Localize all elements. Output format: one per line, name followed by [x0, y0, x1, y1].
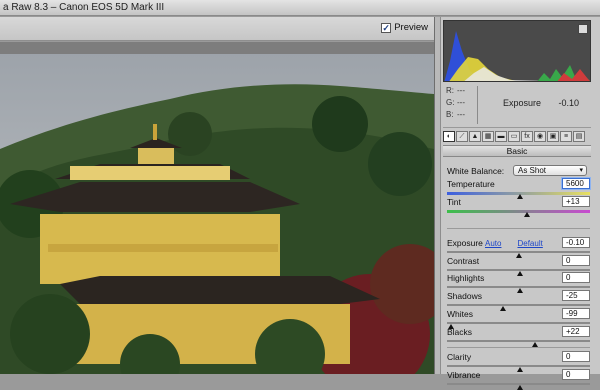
- tab-hsl[interactable]: ▦: [482, 131, 494, 142]
- r-label: R:: [446, 86, 454, 95]
- whites-slider-track[interactable]: [447, 322, 590, 324]
- vibrance-label: Vibrance: [447, 370, 481, 380]
- whites-value-field[interactable]: -99: [562, 308, 590, 319]
- preview-toolbar: ✓ Preview: [0, 17, 434, 41]
- chevron-down-icon: ▾: [579, 167, 583, 174]
- r-value: ---: [457, 86, 465, 95]
- tab-snapshots[interactable]: ≡: [560, 131, 572, 142]
- adjustments-panel: R: --- G: --- B: --- Exposure -0.10 ◐ ⟋ …: [434, 17, 600, 390]
- vibrance-slider-thumb[interactable]: [517, 385, 523, 390]
- default-link[interactable]: Default: [517, 239, 542, 248]
- blacks-slider-thumb[interactable]: [532, 342, 539, 347]
- shadows-label: Shadows: [447, 291, 482, 301]
- exposure-value-field[interactable]: -0.10: [562, 237, 590, 248]
- temperature-slider-thumb[interactable]: [517, 194, 523, 199]
- divider: [447, 347, 590, 348]
- clarity-value-field[interactable]: 0: [562, 351, 590, 362]
- panel-divider[interactable]: [435, 17, 441, 374]
- window-title: a Raw 8.3 – Canon EOS 5D Mark III: [0, 0, 600, 16]
- white-balance-value: As Shot: [518, 166, 547, 175]
- b-label: B:: [446, 110, 454, 119]
- auto-link[interactable]: Auto: [485, 239, 501, 248]
- shadows-slider-thumb[interactable]: [499, 306, 506, 311]
- temperature-value-field[interactable]: 5600: [562, 178, 590, 189]
- contrast-label: Contrast: [447, 256, 480, 266]
- readout-divider: [477, 86, 478, 124]
- highlights-slider-thumb[interactable]: [517, 288, 523, 293]
- auto-default-links: Auto Default: [485, 239, 543, 248]
- white-balance-select[interactable]: As Shot ▾: [513, 165, 587, 176]
- tint-label: Tint: [447, 197, 461, 207]
- rgb-readout: R: --- G: --- B: --- Exposure -0.10: [443, 84, 591, 128]
- panel-tabs: ◐ ⟋ ▲ ▦ ▬ ▭ fx ◉ ▣ ≡ ▤: [443, 130, 591, 143]
- panel-menu-icon[interactable]: ▤: [573, 131, 585, 142]
- blacks-label: Blacks: [447, 327, 473, 337]
- blacks-value-field[interactable]: +22: [562, 326, 590, 337]
- preview-photo: [0, 54, 434, 374]
- tint-value-field[interactable]: +13: [562, 196, 590, 207]
- tab-detail[interactable]: ▲: [469, 131, 481, 142]
- highlights-value-field[interactable]: 0: [562, 272, 590, 283]
- tab-effects[interactable]: fx: [521, 131, 533, 142]
- clarity-label: Clarity: [447, 352, 472, 362]
- preview-label: Preview: [394, 22, 428, 33]
- g-label: G:: [446, 98, 455, 107]
- tint-slider-thumb[interactable]: [524, 212, 530, 217]
- blacks-slider-track[interactable]: [447, 340, 590, 342]
- preview-checkbox[interactable]: ✓: [381, 22, 392, 33]
- clipping-warning-icon[interactable]: [578, 24, 588, 34]
- divider: [447, 228, 590, 229]
- exposure-slider-thumb[interactable]: [515, 253, 522, 258]
- vibrance-value-field[interactable]: 0: [562, 369, 590, 380]
- tab-presets[interactable]: ▣: [547, 131, 559, 142]
- tab-split-toning[interactable]: ▬: [495, 131, 507, 142]
- preview-toggle[interactable]: ✓ Preview: [381, 22, 428, 33]
- shadows-slider-track[interactable]: [447, 304, 590, 306]
- tab-tone-curve[interactable]: ⟋: [456, 131, 468, 142]
- g-value: ---: [457, 98, 465, 107]
- image-canvas[interactable]: [0, 42, 434, 374]
- highlights-label: Highlights: [447, 273, 485, 283]
- tab-basic[interactable]: ◐: [443, 131, 455, 142]
- contrast-value-field[interactable]: 0: [562, 255, 590, 266]
- tab-camera-calibration[interactable]: ◉: [534, 131, 546, 142]
- exposure-readout-label: Exposure: [503, 98, 542, 108]
- b-value: ---: [457, 110, 465, 119]
- section-title: Basic: [443, 145, 591, 157]
- shadows-value-field[interactable]: -25: [562, 290, 590, 301]
- histogram: [443, 20, 591, 82]
- contrast-slider-thumb[interactable]: [517, 271, 523, 276]
- clarity-slider-thumb[interactable]: [517, 367, 523, 372]
- exposure-label: Exposure: [447, 238, 483, 248]
- tab-lens-corrections[interactable]: ▭: [508, 131, 520, 142]
- whites-label: Whites: [447, 309, 473, 319]
- white-balance-label: White Balance:: [447, 166, 505, 176]
- temperature-label: Temperature: [447, 179, 495, 189]
- tint-slider-track[interactable]: [447, 210, 590, 213]
- exposure-readout-value: -0.10: [558, 98, 579, 108]
